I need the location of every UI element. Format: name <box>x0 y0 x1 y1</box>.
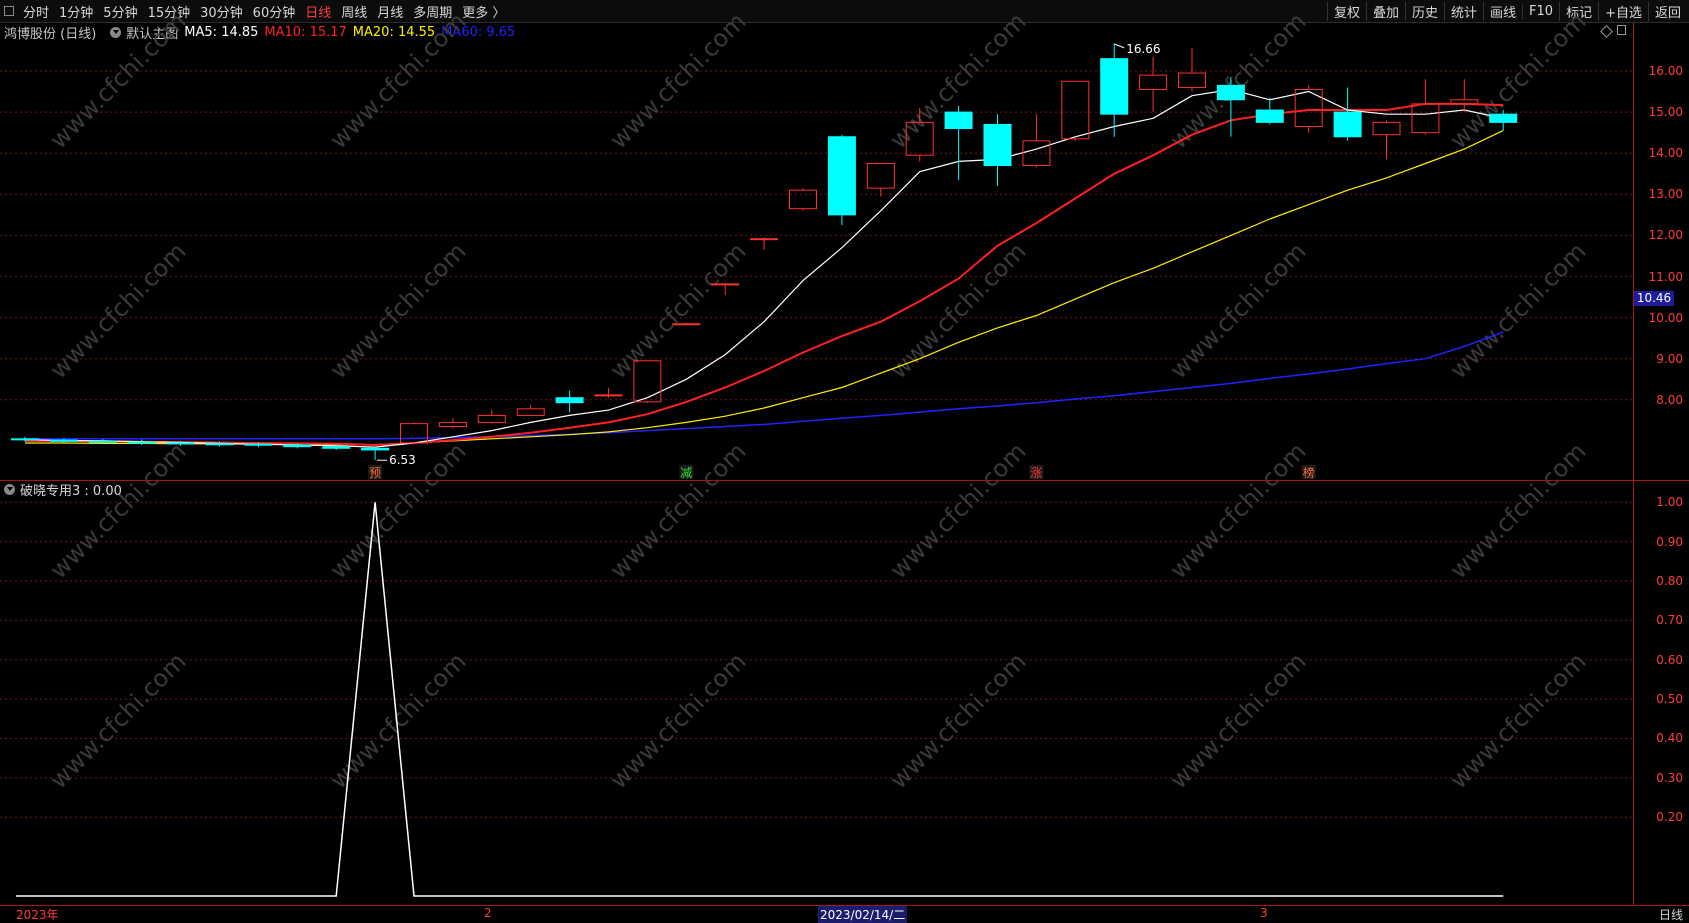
candle-body-27 <box>1061 80 1090 140</box>
watermark-9: www.cfchi.com <box>884 237 1031 384</box>
y-tick-ind-4: 0.60 <box>1656 652 1683 667</box>
watermark-4: www.cfchi.com <box>1164 7 1311 154</box>
watermark-18: www.cfchi.com <box>44 647 191 794</box>
candle-body-5 <box>205 443 234 446</box>
ma20-line <box>25 130 1504 446</box>
candle-body-18 <box>711 283 740 286</box>
y-tick-ind-2: 0.80 <box>1656 573 1683 588</box>
candle-body-30 <box>1178 72 1206 88</box>
watermark-8: www.cfchi.com <box>604 237 751 384</box>
candle-body-10 <box>400 423 428 444</box>
candle-body-7 <box>283 444 312 448</box>
y-tick-ind-5: 0.50 <box>1656 692 1683 707</box>
candle-body-4 <box>166 442 195 445</box>
y-tick-main-1: 15.00 <box>1648 105 1683 120</box>
signal-3: 榜 <box>1303 465 1315 480</box>
watermark-20: www.cfchi.com <box>604 647 751 794</box>
watermark-16: www.cfchi.com <box>1164 437 1311 584</box>
y-tick-main-4: 12.00 <box>1648 228 1683 243</box>
signal-1: 减 <box>680 466 692 480</box>
candle-body-31 <box>1216 84 1245 101</box>
candle-body-35 <box>1372 121 1401 136</box>
watermark-12: www.cfchi.com <box>44 437 191 584</box>
candle-body-0 <box>11 438 39 441</box>
y-tick-ind-1: 0.90 <box>1656 534 1683 549</box>
watermark-1: www.cfchi.com <box>324 7 471 154</box>
chart-area[interactable]: www.cfchi.com www.cfchi.com www.cfchi.com w… <box>0 0 1633 905</box>
ma60-line <box>25 331 1504 440</box>
candle-body-13 <box>516 408 545 416</box>
candle-body-17 <box>672 323 701 326</box>
candle-body-19 <box>750 238 779 241</box>
watermark-6: www.cfchi.com <box>44 237 191 384</box>
watermark-15: www.cfchi.com <box>884 437 1031 584</box>
candle-body-25 <box>983 123 1012 167</box>
candle-body-34 <box>1333 111 1362 138</box>
action-button-8[interactable]: 返回 <box>1647 1 1687 21</box>
candle-body-36 <box>1411 103 1440 134</box>
watermark-17: www.cfchi.com <box>1444 437 1591 584</box>
watermark-21: www.cfchi.com <box>884 647 1031 794</box>
y-tick-main-8: 8.00 <box>1656 392 1683 407</box>
y-tick-ind-6: 0.40 <box>1656 731 1683 746</box>
candle-body-22 <box>866 162 895 189</box>
y-tick-main-2: 14.00 <box>1648 146 1683 161</box>
candle-body-33 <box>1294 88 1323 127</box>
indicator-label: 破晓专用3 : 0.00 <box>20 483 122 499</box>
watermark-0: www.cfchi.com <box>44 7 191 154</box>
candle-body-21 <box>827 136 856 216</box>
y-tick-main-3: 13.00 <box>1648 187 1683 202</box>
candle-body-6 <box>244 443 273 446</box>
signal-0: 预 <box>369 466 381 480</box>
watermark-10: www.cfchi.com <box>1164 237 1311 384</box>
watermark-23: www.cfchi.com <box>1444 647 1591 794</box>
period-indicator[interactable]: 日线 <box>1659 906 1683 923</box>
y-tick-ind-8: 0.20 <box>1656 810 1683 825</box>
watermark-14: www.cfchi.com <box>604 437 751 584</box>
candle-body-38 <box>1489 113 1518 123</box>
y-tick-ind-0: 1.00 <box>1656 495 1683 510</box>
y-tick-main-7: 9.00 <box>1656 351 1683 366</box>
y-tick-main-5: 11.00 <box>1648 269 1683 284</box>
candle-body-24 <box>944 111 973 130</box>
watermark-5: www.cfchi.com <box>1444 7 1591 154</box>
watermark-7: www.cfchi.com <box>324 237 471 384</box>
y-tick-ind-7: 0.30 <box>1656 770 1683 785</box>
indicator-dropdown-icon[interactable] <box>4 483 15 495</box>
candle-body-15 <box>594 394 623 397</box>
high-annotation-arrow <box>1114 43 1125 49</box>
candle-body-29 <box>1139 74 1168 90</box>
candle-body-2 <box>88 440 117 443</box>
watermark-11: www.cfchi.com <box>1444 237 1591 384</box>
panel-separator <box>0 480 1689 481</box>
y-tick-ind-3: 0.70 <box>1656 613 1683 628</box>
y-tick-main-0: 16.00 <box>1648 64 1683 78</box>
x-label-year: 2023年 <box>16 908 59 922</box>
candle-body-14 <box>555 397 584 404</box>
candle-body-9 <box>361 447 390 451</box>
indicator-legend: 破晓专用3 : 0.00 <box>4 481 122 499</box>
watermark-22: www.cfchi.com <box>1164 647 1311 794</box>
current-price-tag: 10.46 <box>1634 290 1674 306</box>
candle-body-1 <box>49 439 78 442</box>
x-label-feb: 2 <box>484 906 492 920</box>
candle-body-8 <box>322 446 351 449</box>
candle-body-20 <box>789 189 817 210</box>
high-annotation: 16.66 <box>1126 42 1160 56</box>
watermark-19: www.cfchi.com <box>324 647 471 794</box>
candle-body-28 <box>1100 58 1129 115</box>
candle-body-11 <box>438 421 467 428</box>
low-annotation: 6.53 <box>389 453 416 467</box>
candle-body-32 <box>1255 109 1284 123</box>
cursor-date: 2023/02/14/二 <box>818 906 908 923</box>
x-label-mar: 3 <box>1260 906 1268 920</box>
candle-body-3 <box>127 441 156 444</box>
signal-2: 涨 <box>1030 465 1042 480</box>
watermark-2: www.cfchi.com <box>604 7 751 154</box>
candle-body-12 <box>477 414 506 423</box>
y-tick-main-6: 10.00 <box>1648 310 1683 325</box>
